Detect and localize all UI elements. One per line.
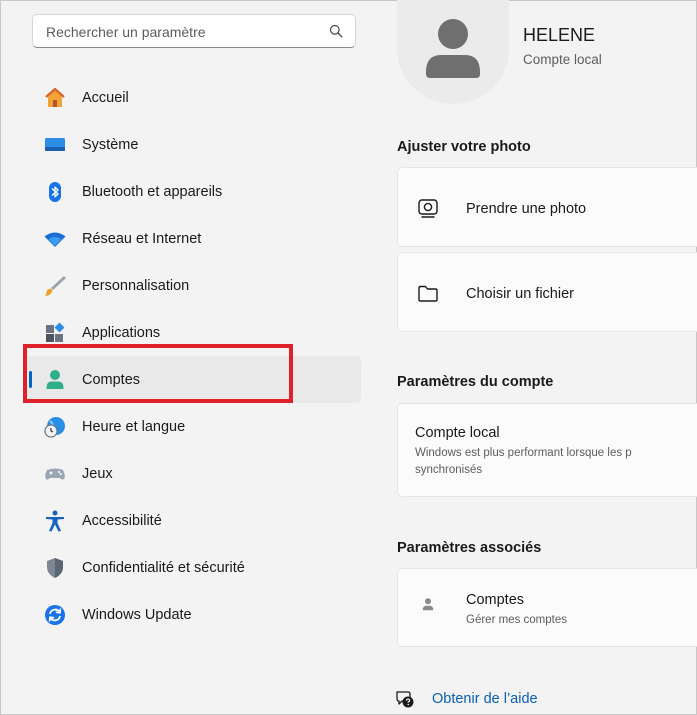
sidebar-item-label: Système [82,136,139,153]
search-box[interactable] [32,14,356,49]
help-icon [396,691,414,708]
get-help-label[interactable]: Obtenir de l’aide [432,691,538,707]
choose-file-card[interactable]: Choisir un fichier [397,252,697,332]
sidebar-item-systeme[interactable]: Système [25,121,361,168]
related-accounts-desc: Gérer mes comptes [466,614,567,626]
home-icon [45,87,65,107]
person-icon [422,598,434,611]
section-title-account: Paramètres du compte [397,374,554,390]
sidebar-item-confidentialite[interactable]: Confidentialité et sécurité [25,544,361,591]
account-type: Compte local [523,52,602,67]
local-account-desc-line1: Windows est plus performant lorsque les … [415,447,632,459]
sidebar-item-label: Confidentialité et sécurité [82,559,245,576]
camera-icon [418,199,438,218]
sidebar-item-bluetooth[interactable]: Bluetooth et appareils [25,168,361,215]
sidebar-item-label: Accueil [82,89,129,106]
avatar-person-icon [426,19,480,78]
display-icon [45,138,65,151]
accessibility-icon [46,510,64,532]
highlight-box [23,344,293,403]
sidebar-item-label: Accessibilité [82,512,162,529]
related-accounts-title: Comptes [466,592,525,608]
get-help-link[interactable]: Obtenir de l’aide [395,686,538,712]
user-name: HELENE [523,25,596,45]
related-accounts-card[interactable]: Comptes Gérer mes comptes [397,568,697,647]
gamepad-icon [45,468,65,480]
local-account-title: Compte local [415,425,500,441]
sidebar-item-windows-update[interactable]: Windows Update [25,591,361,638]
bluetooth-icon [49,182,61,202]
sidebar-item-personnalisation[interactable]: Personnalisation [25,262,361,309]
sidebar-item-reseau[interactable]: Réseau et Internet [25,215,361,262]
apps-icon [46,322,65,342]
shield-icon [47,558,63,578]
sidebar-item-heure[interactable]: Heure et langue [25,403,361,450]
sidebar-item-accueil[interactable]: Accueil [25,74,361,121]
folder-icon [418,285,438,302]
avatar[interactable] [397,0,509,104]
sidebar-item-label: Jeux [82,465,113,482]
sidebar-item-label: Applications [82,324,161,341]
take-photo-label: Prendre une photo [466,201,587,217]
brush-icon [45,276,66,296]
sidebar-item-accessibilite[interactable]: Accessibilité [25,497,361,544]
sidebar-item-label: Personnalisation [82,277,190,294]
local-account-card[interactable]: Compte local Windows est plus performant… [397,403,697,497]
search-icon[interactable] [329,24,343,38]
choose-file-label: Choisir un fichier [466,286,574,302]
update-icon [45,605,65,625]
sidebar-item-label: Windows Update [82,606,192,623]
wifi-icon [44,232,66,247]
search-input[interactable] [44,15,328,49]
sidebar-item-jeux[interactable]: Jeux [25,450,361,497]
sidebar-item-label: Réseau et Internet [82,230,202,247]
section-title-photo: Ajuster votre photo [397,139,531,155]
local-account-desc-line2: synchronisés [415,464,483,476]
section-title-related: Paramètres associés [397,540,542,556]
globe-clock-icon [44,417,65,438]
sidebar-item-label: Bluetooth et appareils [82,183,223,200]
sidebar-item-label: Heure et langue [82,418,186,435]
take-photo-card[interactable]: Prendre une photo [397,167,697,247]
